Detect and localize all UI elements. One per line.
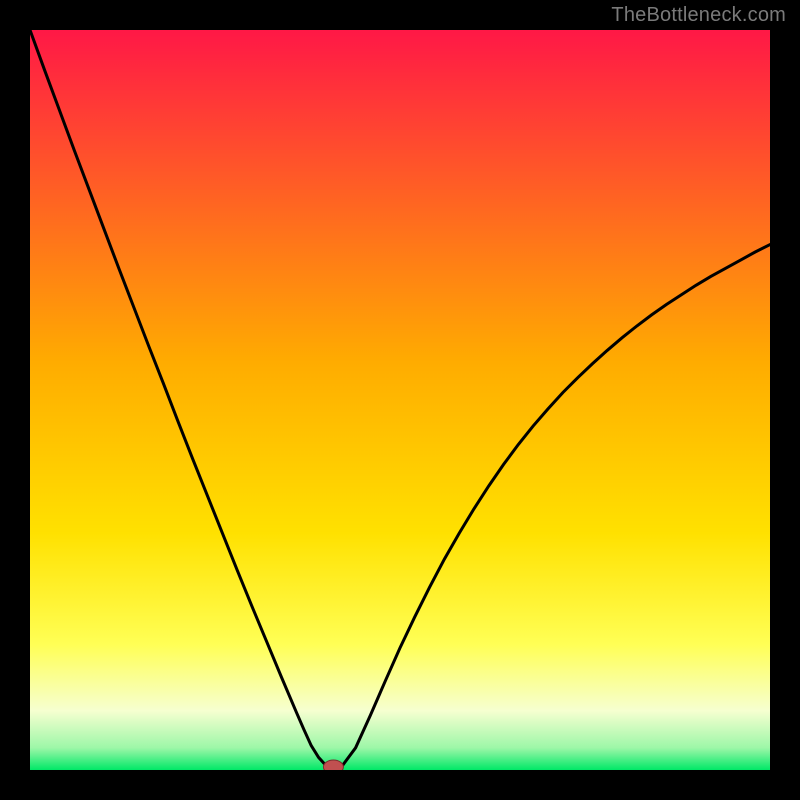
chart-svg <box>30 30 770 770</box>
chart-container: TheBottleneck.com <box>0 0 800 800</box>
watermark-text: TheBottleneck.com <box>611 4 786 27</box>
gradient-background <box>30 30 770 770</box>
optimum-marker <box>323 760 343 770</box>
plot-area <box>30 30 770 770</box>
